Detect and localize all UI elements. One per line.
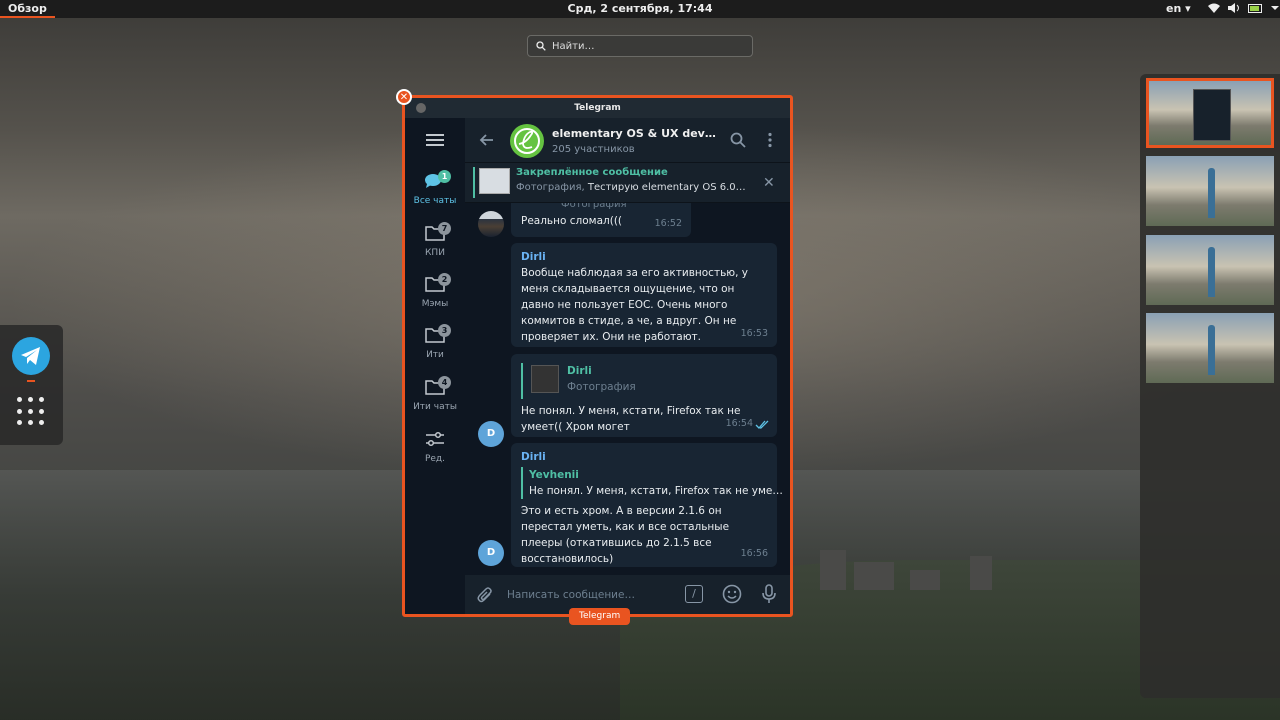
microphone-icon[interactable] <box>762 584 776 604</box>
dash <box>0 325 63 445</box>
wifi-icon <box>1208 3 1220 13</box>
message-time: 16:54 <box>726 416 753 432</box>
folder-memes[interactable]: 2 Мэмы <box>405 269 465 319</box>
message-sender[interactable]: Dirli <box>521 249 767 265</box>
folder-edit[interactable]: Ред. <box>405 424 465 474</box>
more-vertical-icon[interactable] <box>765 132 775 148</box>
avatar[interactable] <box>478 211 504 237</box>
search-icon <box>536 41 546 51</box>
folder-badge: 1 <box>438 170 451 183</box>
reply-text: Не понял. У меня, кстати, Firefox так не… <box>529 485 783 497</box>
pinned-preview: Фотография, Тестирую elementary OS 6.0… <box>516 182 746 193</box>
pinned-kind: Фотография, <box>516 182 585 193</box>
folder-sidebar: 1 Все чаты 7 КПИ 2 Мэмы 3 Ити 4 Ити чаты… <box>405 118 465 614</box>
message-time-value: 16:54 <box>725 418 753 429</box>
folder-badge: 7 <box>438 222 451 235</box>
search-icon[interactable] <box>730 132 746 148</box>
window-preview <box>1193 89 1231 141</box>
message-sender[interactable]: Dirli <box>521 449 767 465</box>
bot-command-button[interactable]: / <box>685 585 703 603</box>
chat-avatar[interactable] <box>510 124 544 158</box>
telegram-icon[interactable] <box>12 337 50 375</box>
chat-member-count: 205 участников <box>552 144 635 155</box>
message-bubble[interactable]: Dirli Вообще наблюдая за его активностью… <box>511 243 777 347</box>
message-text: Вообще наблюдая за его активностью, у ме… <box>521 267 748 343</box>
folder-badge: 4 <box>438 376 451 389</box>
show-apps-icon[interactable] <box>17 397 47 427</box>
wallpaper-buildings <box>820 540 1040 590</box>
workspace-thumbnail[interactable] <box>1146 78 1274 148</box>
avatar[interactable]: D <box>478 540 504 566</box>
folder-label: КПИ <box>425 248 445 258</box>
folder-label: Ити <box>426 350 444 360</box>
folder-iti[interactable]: 3 Ити <box>405 320 465 370</box>
running-indicator <box>27 380 35 382</box>
window-caption[interactable]: Telegram <box>569 608 631 625</box>
paperclip-icon[interactable] <box>477 586 493 604</box>
sliders-icon <box>426 431 444 447</box>
workspace-thumbnail[interactable] <box>1146 156 1274 226</box>
folder-label: Ити чаты <box>413 402 457 412</box>
message-time: 16:53 <box>740 328 768 339</box>
message-list[interactable]: Фотография Реально сломал((( 16:52 D Dir… <box>465 203 790 575</box>
elementary-logo-icon <box>514 128 540 154</box>
back-arrow-icon[interactable] <box>477 130 497 150</box>
reply-kind: Фотография <box>567 381 636 393</box>
workspace-thumbnail[interactable] <box>1146 235 1274 305</box>
reply-thumbnail <box>531 365 559 393</box>
volume-icon <box>1228 3 1239 13</box>
message-bubble[interactable]: Фотография Реально сломал((( 16:52 <box>511 203 691 237</box>
pinned-thumbnail <box>479 168 510 194</box>
search-input[interactable] <box>552 40 742 52</box>
workspace-thumbnail[interactable] <box>1146 313 1274 383</box>
message-time: 16:56 <box>740 548 768 559</box>
message-input[interactable] <box>507 585 677 605</box>
window-titlebar[interactable]: Telegram <box>405 98 790 118</box>
pinned-message[interactable]: Закреплённое сообщение Фотография, Тести… <box>465 163 790 203</box>
message-bubble[interactable]: Dirli Фотография Не понял. У меня, кстат… <box>511 354 777 437</box>
folder-iti-chats[interactable]: 4 Ити чаты <box>405 372 465 422</box>
reply-kind: Фотография <box>561 203 627 210</box>
overview-search[interactable] <box>527 35 753 57</box>
reply-sender: Dirli <box>567 365 592 377</box>
reply-sender: Yevhenii <box>529 469 579 481</box>
pinned-text: Тестирую elementary OS 6.0… <box>587 182 746 193</box>
workspace-switcher <box>1140 74 1280 698</box>
window-menu-dot[interactable] <box>416 103 426 113</box>
avatar[interactable]: D <box>478 421 504 447</box>
pinned-title: Закреплённое сообщение <box>516 167 668 178</box>
emoji-icon[interactable] <box>722 584 742 604</box>
message-time: 16:52 <box>654 218 682 229</box>
folder-label: Все чаты <box>413 196 457 206</box>
folder-badge: 2 <box>438 273 451 286</box>
chat-title: elementary OS & UX dev… <box>552 127 716 140</box>
folder-all-chats[interactable]: 1 Все чаты <box>405 166 465 216</box>
folder-kpi[interactable]: 7 КПИ <box>405 218 465 268</box>
message-text: Это и есть хром. А в версии 2.1.6 он пер… <box>521 505 730 565</box>
pinned-accent-bar <box>473 167 475 198</box>
telegram-window[interactable]: Telegram 1 Все чаты 7 КПИ 2 Мэмы 3 Ити 4… <box>402 95 793 617</box>
double-check-icon <box>755 420 769 429</box>
clock[interactable]: Срд, 2 сентября, 17:44 <box>0 2 1280 15</box>
reply-preview[interactable]: Dirli Фотография <box>521 363 767 399</box>
system-tray[interactable] <box>1208 3 1280 13</box>
reply-preview[interactable]: Yevhenii Не понял. У меня, кстати, Firef… <box>521 467 783 499</box>
window-title: Telegram <box>574 103 621 113</box>
close-icon[interactable]: ✕ <box>763 175 775 191</box>
folder-label: Мэмы <box>421 299 449 309</box>
chevron-down-icon <box>1271 6 1279 10</box>
message-bubble[interactable]: Dirli Yevhenii Не понял. У меня, кстати,… <box>511 443 783 567</box>
menu-icon[interactable] <box>426 134 444 146</box>
chat-header[interactable]: elementary OS & UX dev… 205 участников <box>465 118 790 163</box>
language-indicator[interactable]: en ▾ <box>1166 2 1191 15</box>
window-close-button[interactable]: ✕ <box>396 89 412 105</box>
battery-icon <box>1248 3 1262 13</box>
folder-label: Ред. <box>424 454 446 464</box>
top-bar: Обзор Срд, 2 сентября, 17:44 en ▾ <box>0 0 1280 18</box>
folder-badge: 3 <box>438 324 451 337</box>
